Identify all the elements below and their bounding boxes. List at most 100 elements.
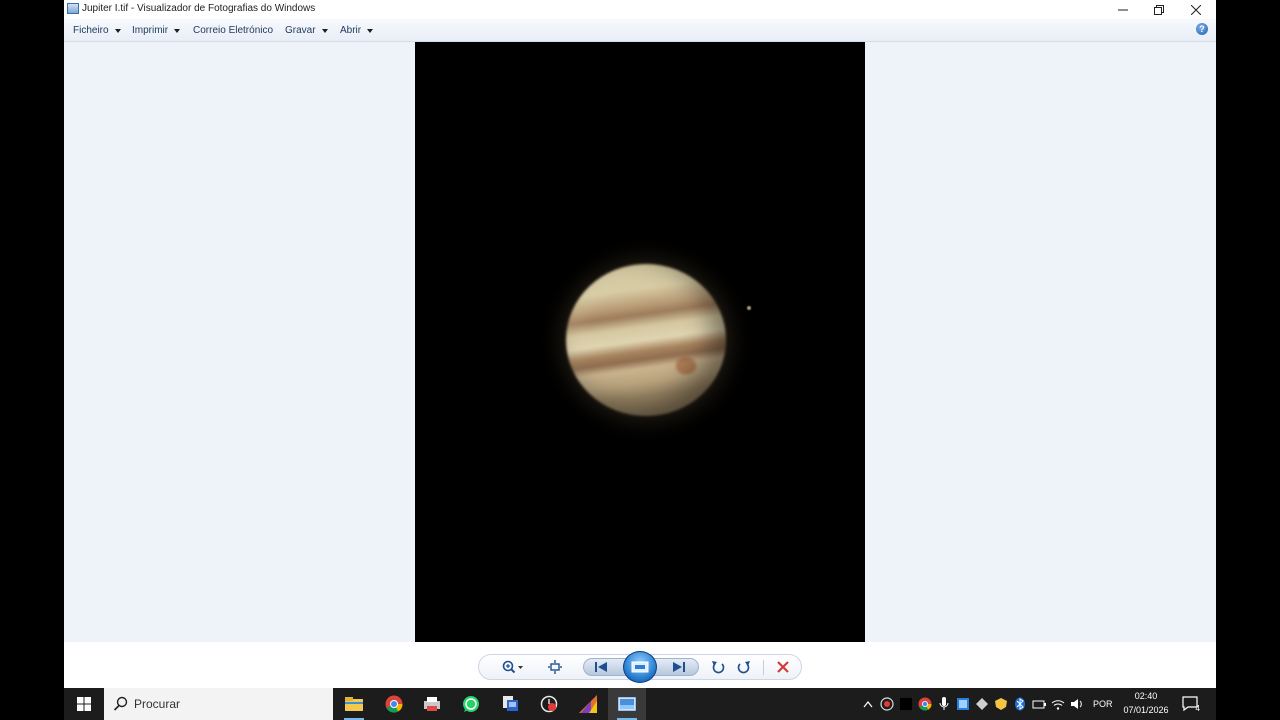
previous-button[interactable] — [587, 655, 615, 679]
recorder-icon — [540, 695, 558, 713]
wifi-icon — [1051, 700, 1065, 710]
taskbar-recorder[interactable] — [530, 688, 568, 720]
jupiter-photo — [415, 42, 865, 642]
tray-app-diamond[interactable] — [974, 696, 990, 712]
whatsapp-icon — [463, 696, 479, 712]
volume-icon — [1071, 699, 1082, 709]
image-viewer-area — [64, 42, 1216, 642]
menu-correio-label: Correio Eletrónico — [193, 25, 274, 36]
title-bar[interactable]: Jupiter I.tif - Visualizador de Fotograf… — [64, 0, 1216, 19]
menu-imprimir-label: Imprimir — [132, 25, 169, 36]
bottom-control-bar — [64, 642, 1216, 688]
menu-gravar-label: Gravar — [285, 25, 316, 36]
fit-window-icon — [548, 660, 562, 674]
chevron-down-icon — [114, 28, 121, 33]
close-icon — [1191, 4, 1201, 15]
show-hidden-icons-button[interactable] — [860, 696, 876, 712]
chrome-icon — [918, 697, 932, 711]
notification-center-button[interactable]: 4 — [1182, 696, 1200, 713]
slideshow-button[interactable] — [623, 651, 657, 683]
next-button[interactable] — [665, 655, 693, 679]
photo-viewer-app-icon — [67, 3, 79, 14]
window-title: Jupiter I.tif - Visualizador de Fotograf… — [82, 3, 316, 14]
taskbar-whatsapp[interactable] — [452, 688, 490, 720]
tray-bluetooth[interactable] — [1012, 696, 1028, 712]
close-button[interactable] — [1178, 0, 1214, 19]
menu-ficheiro-label: Ficheiro — [73, 25, 109, 36]
tray-volume[interactable] — [1069, 696, 1085, 712]
clock-date[interactable]: 07/01/2026 — [1118, 705, 1174, 715]
taskbar-file-explorer[interactable] — [335, 688, 373, 720]
tray-black-app[interactable] — [898, 696, 914, 712]
jupiter-moon — [747, 306, 751, 310]
jupiter-planet — [566, 264, 726, 416]
zoom-icon — [502, 660, 523, 674]
menu-imprimir[interactable]: Imprimir — [132, 25, 181, 36]
tray-battery[interactable] — [1031, 696, 1047, 712]
search-icon — [113, 696, 128, 711]
photo-viewer-icon — [618, 697, 636, 711]
fit-to-window-button[interactable] — [543, 655, 567, 679]
tray-recorder[interactable] — [879, 696, 895, 712]
desktop: Jupiter I.tif - Visualizador de Fotograf… — [0, 0, 1280, 720]
language-indicator[interactable]: POR — [1093, 699, 1113, 709]
photo-viewer-window: Jupiter I.tif - Visualizador de Fotograf… — [64, 0, 1216, 688]
network-app-icon — [503, 696, 518, 711]
chevron-down-icon — [174, 28, 181, 33]
next-icon — [673, 662, 685, 672]
menu-correio-eletronico[interactable]: Correio Eletrónico — [193, 25, 273, 36]
rotate-right-button[interactable] — [733, 655, 755, 679]
chevron-up-icon — [863, 701, 873, 708]
menu-bar: Ficheiro Imprimir Correio Eletrónico Gra… — [64, 19, 1216, 42]
delete-button[interactable] — [771, 655, 795, 679]
slideshow-icon — [631, 661, 649, 673]
previous-icon — [595, 662, 607, 672]
restore-icon — [1154, 4, 1164, 15]
rotate-left-icon — [712, 661, 725, 674]
help-icon[interactable]: ? — [1196, 23, 1208, 35]
playback-controls — [478, 651, 802, 683]
tray-app-icon — [957, 698, 969, 710]
start-button[interactable] — [64, 688, 104, 720]
search-placeholder: Procurar — [134, 697, 181, 711]
tray-app-shield[interactable] — [993, 696, 1009, 712]
windows-logo-icon — [77, 697, 91, 711]
tray-app-icon — [976, 698, 988, 710]
restore-button[interactable] — [1141, 0, 1177, 19]
toolbar-separator — [763, 660, 764, 675]
menu-abrir[interactable]: Abrir — [340, 25, 374, 36]
tray-chrome[interactable] — [917, 696, 933, 712]
battery-icon — [1032, 700, 1046, 709]
chrome-icon — [385, 695, 403, 713]
tray-app-icon — [899, 697, 913, 711]
clock-time[interactable]: 02:40 — [1132, 691, 1160, 701]
taskbar-search[interactable]: Procurar — [104, 688, 333, 720]
tray-app-blue[interactable] — [955, 696, 971, 712]
taskbar: Procurar POR 02:40 07/01/2026 4 — [64, 688, 1216, 720]
taskbar-network-app[interactable] — [491, 688, 529, 720]
menu-gravar[interactable]: Gravar — [285, 25, 328, 36]
printer-app-icon — [424, 697, 440, 711]
tray-recorder-icon — [880, 697, 894, 711]
taskbar-sublime-app[interactable] — [569, 688, 607, 720]
taskbar-photo-viewer[interactable] — [608, 688, 646, 720]
rotate-left-button[interactable] — [707, 655, 729, 679]
tray-network[interactable] — [1050, 696, 1066, 712]
notification-count: 4 — [1195, 704, 1200, 713]
rotate-right-icon — [737, 661, 750, 674]
minimize-button[interactable] — [1105, 0, 1141, 19]
minimize-icon — [1118, 9, 1128, 10]
bluetooth-icon — [1015, 697, 1025, 711]
taskbar-printer-app[interactable] — [413, 688, 451, 720]
tray-app-icon — [995, 698, 1007, 710]
tray-microphone[interactable] — [936, 696, 952, 712]
taskbar-chrome[interactable] — [375, 688, 413, 720]
zoom-button[interactable] — [499, 655, 527, 679]
menu-abrir-label: Abrir — [340, 25, 362, 36]
menu-ficheiro[interactable]: Ficheiro — [73, 25, 121, 36]
file-explorer-icon — [345, 697, 363, 711]
delete-icon — [777, 661, 789, 673]
microphone-icon — [939, 697, 949, 710]
chevron-down-icon — [367, 28, 374, 33]
chevron-down-icon — [321, 28, 328, 33]
